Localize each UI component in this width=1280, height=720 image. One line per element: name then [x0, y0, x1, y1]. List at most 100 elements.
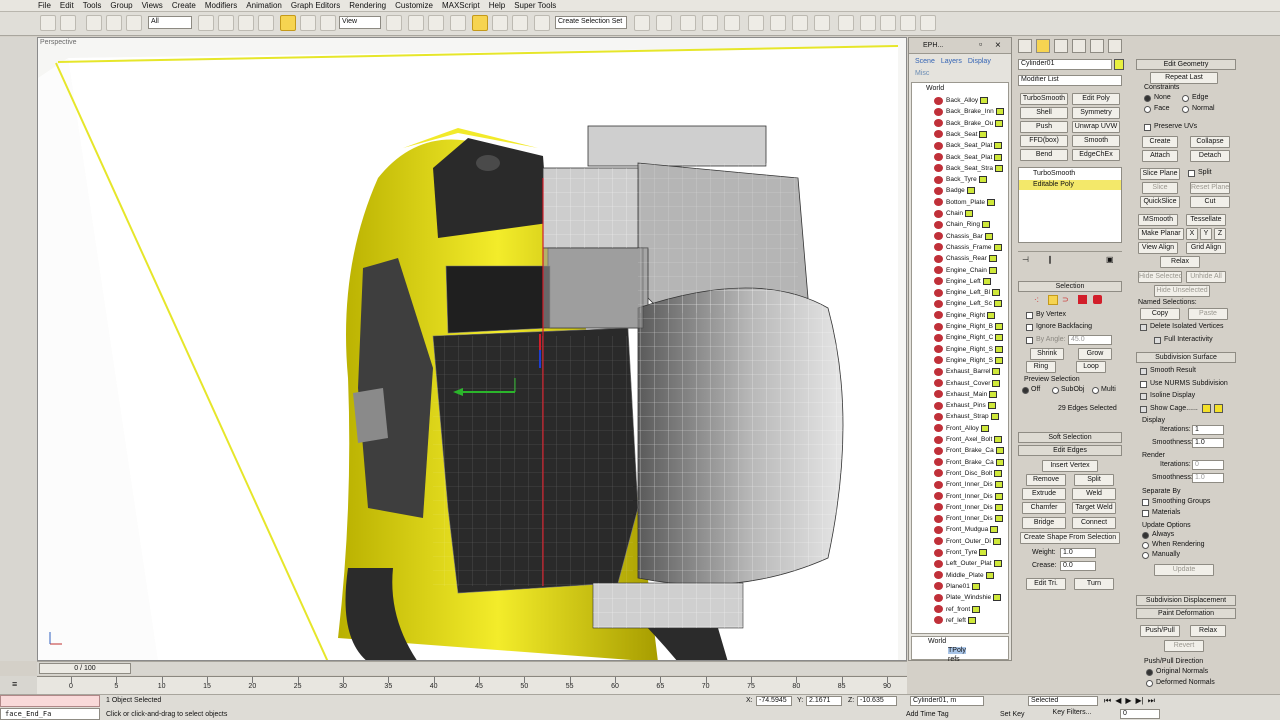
render-production-icon[interactable] [838, 15, 854, 31]
polygon-icon[interactable] [1078, 295, 1087, 304]
menu-customize[interactable]: Customize [395, 1, 433, 10]
key-filters-button[interactable]: Key Filters... [1050, 708, 1094, 720]
scene-item[interactable]: Chain_Ring [934, 219, 1008, 230]
constraint-face-radio[interactable] [1144, 106, 1151, 113]
menu-tools[interactable]: Tools [83, 1, 102, 10]
window-crossing-icon[interactable] [258, 15, 274, 31]
scene-item[interactable]: Front_Inner_Dis [934, 502, 1008, 513]
modifier-list-dropdown[interactable]: Modifier List [1018, 75, 1122, 86]
next-frame-icon[interactable]: ▶| [1136, 696, 1144, 707]
menu-animation[interactable]: Animation [246, 1, 282, 10]
connect-button[interactable]: Connect [1072, 517, 1116, 529]
material-editor-icon[interactable] [770, 15, 786, 31]
current-frame-field[interactable]: 0 [1120, 709, 1160, 719]
constraint-none-radio[interactable] [1144, 95, 1151, 102]
reset-plane-button[interactable]: Reset Plane [1190, 182, 1230, 194]
spell-abc-icon[interactable] [880, 15, 896, 31]
scene-item[interactable]: Engine_Chain [934, 265, 1008, 276]
maximize-icon[interactable]: ▫ [979, 39, 982, 49]
modifier-button-smooth[interactable]: Smooth [1072, 135, 1120, 147]
scene-item[interactable]: Bottom_Plate [934, 197, 1008, 208]
detach-button[interactable]: Detach [1190, 150, 1230, 162]
stack-editable-poly[interactable]: Editable Poly [1019, 180, 1121, 190]
menu-rendering[interactable]: Rendering [349, 1, 386, 10]
slice-plane-button[interactable]: Slice Plane [1140, 168, 1180, 180]
scene-item[interactable]: Chassis_Bar [934, 231, 1008, 242]
by-angle-checkbox[interactable] [1026, 337, 1033, 344]
scene-item[interactable]: Engine_Right_B [934, 321, 1008, 332]
slice-button[interactable]: Slice [1142, 182, 1178, 194]
scene-item[interactable]: Engine_Left_Sc [934, 298, 1008, 309]
align-icon[interactable] [656, 15, 672, 31]
prev-frame-icon[interactable]: ◀ [1115, 696, 1121, 707]
update-rendering-radio[interactable] [1142, 542, 1149, 549]
selection-rollout-header[interactable]: Selection [1018, 281, 1122, 292]
preserve-uvs-checkbox[interactable] [1144, 124, 1151, 131]
bridge-button[interactable]: Bridge [1022, 517, 1066, 529]
spinner-snap-icon[interactable] [512, 15, 528, 31]
configure-sets-icon[interactable]: ▣ [1106, 255, 1114, 264]
undo-icon[interactable] [40, 15, 56, 31]
world-node[interactable]: World [926, 85, 944, 92]
scene-item[interactable]: Back_Seat_Stra [934, 163, 1008, 174]
add-time-tag[interactable]: Add Time Tag [906, 711, 949, 718]
viewport-label[interactable]: Perspective [40, 39, 77, 46]
relax-button[interactable]: Relax [1160, 256, 1200, 268]
split-checkbox[interactable] [1188, 170, 1195, 177]
tab-layers[interactable]: Layers [941, 58, 962, 65]
scene-item[interactable]: Front_Brake_Ca [934, 445, 1008, 456]
preview-multi-radio[interactable] [1092, 387, 1099, 394]
modifier-button-bend[interactable]: Bend [1020, 149, 1068, 161]
time-slider[interactable]: 0 / 100 [37, 661, 907, 675]
modifier-button-turbosmooth[interactable]: TurboSmooth [1020, 93, 1068, 105]
border-icon[interactable]: ⊃ [1062, 295, 1072, 305]
modifier-button-unwrap-uvw[interactable]: Unwrap UVW [1072, 121, 1120, 133]
unhide-all-button[interactable]: Unhide All [1186, 271, 1226, 283]
menu-maxscript[interactable]: MAXScript [442, 1, 480, 10]
close-icon[interactable]: × [995, 40, 1001, 51]
grow-button[interactable]: Grow [1078, 348, 1112, 360]
scene-item[interactable]: Exhaust_Strap [934, 411, 1008, 422]
render-setup-icon[interactable] [792, 15, 808, 31]
scene-item[interactable]: ref_left [934, 615, 1008, 626]
keyboard-shortcut-icon[interactable] [428, 15, 444, 31]
menu-group[interactable]: Group [110, 1, 132, 10]
ring-button[interactable]: Ring [1026, 361, 1056, 373]
use-nurms-checkbox[interactable] [1140, 381, 1147, 388]
menu-help[interactable]: Help [489, 1, 505, 10]
scene-item[interactable]: Chassis_Frame [934, 242, 1008, 253]
edge-icon[interactable] [1048, 295, 1058, 305]
scene-item[interactable]: Chassis_Rear [934, 253, 1008, 264]
chamfer-button[interactable]: Chamfer [1022, 502, 1066, 514]
schematic-view-icon[interactable] [748, 15, 764, 31]
bind-space-warp-icon[interactable] [126, 15, 142, 31]
scene-item[interactable]: Engine_Left [934, 276, 1008, 287]
delete-isolated-checkbox[interactable] [1140, 324, 1147, 331]
scene-item[interactable]: Front_Inner_Dis [934, 491, 1008, 502]
quickslice-button[interactable]: QuickSlice [1140, 196, 1180, 208]
scene-item[interactable]: Front_Brake_Ca [934, 457, 1008, 468]
shrink-button[interactable]: Shrink [1030, 348, 1064, 360]
msmooth-button[interactable]: MSmooth [1138, 214, 1178, 226]
refs-item[interactable]: refs [948, 656, 960, 663]
display-tab-icon[interactable] [1090, 39, 1104, 53]
move-icon[interactable] [280, 15, 296, 31]
modifier-stack[interactable]: TurboSmooth Editable Poly [1018, 167, 1122, 243]
original-normals-radio[interactable] [1146, 669, 1153, 676]
world-node-2[interactable]: World [928, 638, 946, 645]
collapse-button[interactable]: Collapse [1190, 136, 1230, 148]
preview-off-radio[interactable] [1022, 387, 1029, 394]
scene-item[interactable]: Exhaust_Pins [934, 400, 1008, 411]
select-object-icon[interactable] [198, 15, 214, 31]
smoothness-spinner[interactable]: 1.0 [1192, 438, 1224, 448]
scene-item[interactable]: Front_Tyre [934, 547, 1008, 558]
cage-selected-color-swatch[interactable] [1214, 404, 1223, 413]
tab-misc[interactable]: Misc [915, 70, 929, 77]
constraint-edge-radio[interactable] [1182, 95, 1189, 102]
modifier-button-shell[interactable]: Shell [1020, 107, 1068, 119]
repeat-last-button[interactable]: Repeat Last [1150, 72, 1218, 84]
rendered-frame-icon[interactable] [814, 15, 830, 31]
paste-button[interactable]: Paste [1188, 308, 1228, 320]
time-slider-thumb[interactable]: 0 / 100 [39, 663, 131, 674]
weld-button[interactable]: Weld [1072, 488, 1116, 500]
